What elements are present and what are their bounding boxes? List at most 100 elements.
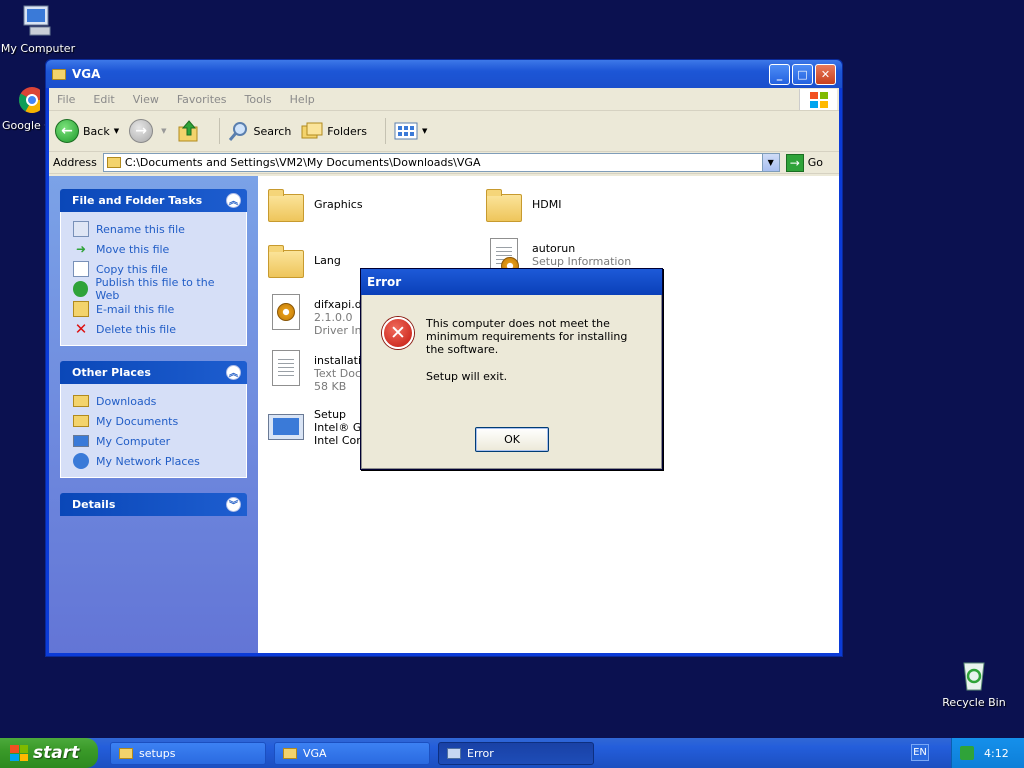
menu-help[interactable]: Help (290, 93, 315, 106)
windows-flag-icon (10, 745, 28, 761)
file-folder-tasks-panel: File and Folder Tasks ︽ Rename this file… (60, 189, 247, 346)
file-name: HDMI (532, 198, 562, 211)
details-panel: Details ︾ (60, 493, 247, 516)
taskbar-item-setups[interactable]: setups (110, 741, 266, 765)
dll-file-icon (272, 294, 300, 330)
file-item-setup[interactable]: Setup Intel® Gr Intel Corp (266, 408, 368, 448)
place-downloads[interactable]: Downloads (73, 391, 236, 411)
clock[interactable]: 4:12 (984, 747, 1009, 760)
back-label: Back (83, 124, 110, 138)
expand-chevron-icon[interactable]: ︾ (226, 497, 241, 512)
panel-header[interactable]: File and Folder Tasks ︽ (60, 189, 247, 212)
folder-icon (119, 747, 133, 759)
taskbar-item-error[interactable]: Error (438, 741, 594, 765)
place-my-documents[interactable]: My Documents (73, 411, 236, 431)
task-label: Copy this file (96, 262, 168, 276)
file-name: Graphics (314, 198, 363, 211)
task-label: VGA (303, 746, 327, 760)
publish-web-icon (73, 281, 89, 297)
ok-button[interactable]: OK (475, 427, 549, 452)
dropdown-arrow-icon[interactable]: ▼ (422, 127, 427, 135)
panel-header[interactable]: Other Places ︽ (60, 361, 247, 384)
taskbar-item-vga[interactable]: VGA (274, 741, 430, 765)
file-type: Setup Information (532, 255, 632, 268)
back-arrow-icon: ← (55, 119, 79, 143)
folders-button[interactable]: Folders (301, 121, 367, 141)
file-item-graphics[interactable]: Graphics (266, 186, 363, 226)
address-input[interactable]: C:\Documents and Settings\VM2\My Documen… (102, 153, 780, 172)
task-publish[interactable]: Publish this file to the Web (73, 276, 236, 302)
error-message: This computer does not meet the minimum … (426, 317, 628, 356)
exit-message: Setup will exit. (426, 370, 508, 383)
email-icon (73, 301, 89, 317)
file-item-installation[interactable]: installatio Text Docu 58 KB (266, 348, 368, 393)
text-document-icon (272, 350, 300, 386)
folder-icon (268, 245, 304, 278)
place-network[interactable]: My Network Places (73, 451, 236, 471)
search-button[interactable]: Search (228, 120, 291, 142)
error-x-icon: ✕ (382, 317, 414, 349)
back-button[interactable]: ← Back ▼ (55, 119, 119, 143)
desktop-icon-my-computer[interactable]: My Computer (0, 3, 78, 55)
place-my-computer[interactable]: My Computer (73, 431, 236, 451)
up-folder-button[interactable] (177, 119, 201, 143)
task-rename[interactable]: Rename this file (73, 219, 236, 239)
chrome-icon (12, 86, 46, 116)
task-email[interactable]: E-mail this file (73, 299, 236, 319)
file-item-lang[interactable]: Lang (266, 242, 341, 282)
task-move[interactable]: ➜ Move this file (73, 239, 236, 259)
window-title: VGA (72, 67, 101, 81)
menu-tools[interactable]: Tools (245, 93, 272, 106)
folder-icon (486, 189, 522, 222)
file-name: Lang (314, 254, 341, 267)
views-button[interactable]: ▼ (394, 121, 427, 141)
task-label: E-mail this file (96, 302, 175, 316)
folders-label: Folders (327, 124, 368, 138)
dropdown-arrow-icon[interactable]: ▼ (161, 127, 166, 135)
taskbar: start setups VGA Error EN 4:12 (0, 738, 1024, 768)
up-folder-icon (178, 120, 197, 142)
task-delete[interactable]: ✕ Delete this file (73, 319, 236, 339)
file-item-difxapi[interactable]: difxapi.dll 2.1.0.0 Driver Ins (266, 292, 368, 337)
network-icon (73, 453, 89, 469)
task-label: setups (139, 746, 176, 760)
minimize-button[interactable]: _ (769, 63, 790, 85)
desktop-icon-label: My Computer (0, 42, 76, 55)
go-button[interactable]: → Go (785, 153, 823, 172)
rename-icon (73, 221, 89, 237)
move-icon: ➜ (75, 242, 87, 256)
dialog-message: This computer does not meet the minimum … (426, 317, 646, 397)
collapse-chevron-icon[interactable]: ︽ (226, 365, 241, 380)
forward-button[interactable]: → ▼ (129, 119, 167, 143)
collapse-chevron-icon[interactable]: ︽ (226, 193, 241, 208)
dropdown-arrow-icon[interactable]: ▼ (114, 127, 119, 135)
panel-header[interactable]: Details ︾ (60, 493, 247, 516)
folder-icon (283, 747, 297, 759)
panel-title: Details (72, 498, 116, 511)
title-bar[interactable]: VGA _ □ ✕ (46, 60, 842, 88)
menu-edit[interactable]: Edit (93, 93, 114, 106)
address-bar: Address C:\Documents and Settings\VM2\My… (49, 152, 839, 174)
desktop-icon-recycle-bin[interactable]: Recycle Bin (934, 657, 1014, 709)
views-icon (394, 122, 418, 140)
address-value: C:\Documents and Settings\VM2\My Documen… (124, 156, 481, 169)
language-indicator[interactable]: EN (911, 744, 929, 761)
menu-view[interactable]: View (133, 93, 159, 106)
file-name: autorun (532, 242, 576, 255)
start-label: start (33, 743, 80, 763)
panel-title: File and Folder Tasks (72, 194, 203, 207)
start-button[interactable]: start (0, 738, 98, 768)
menu-favorites[interactable]: Favorites (177, 93, 227, 106)
dialog-title-bar[interactable]: Error (361, 269, 662, 295)
maximize-button[interactable]: □ (792, 63, 813, 85)
windows-logo-icon (799, 89, 837, 110)
system-tray: 4:12 (951, 738, 1024, 768)
computer-icon (20, 3, 56, 39)
file-item-hdmi[interactable]: HDMI (484, 186, 561, 226)
documents-folder-icon (73, 415, 89, 427)
folder-icon (268, 189, 304, 222)
close-button[interactable]: ✕ (815, 63, 836, 85)
address-dropdown-icon[interactable]: ▼ (761, 154, 779, 171)
network-tray-icon[interactable] (960, 746, 974, 760)
menu-file[interactable]: File (57, 93, 75, 106)
